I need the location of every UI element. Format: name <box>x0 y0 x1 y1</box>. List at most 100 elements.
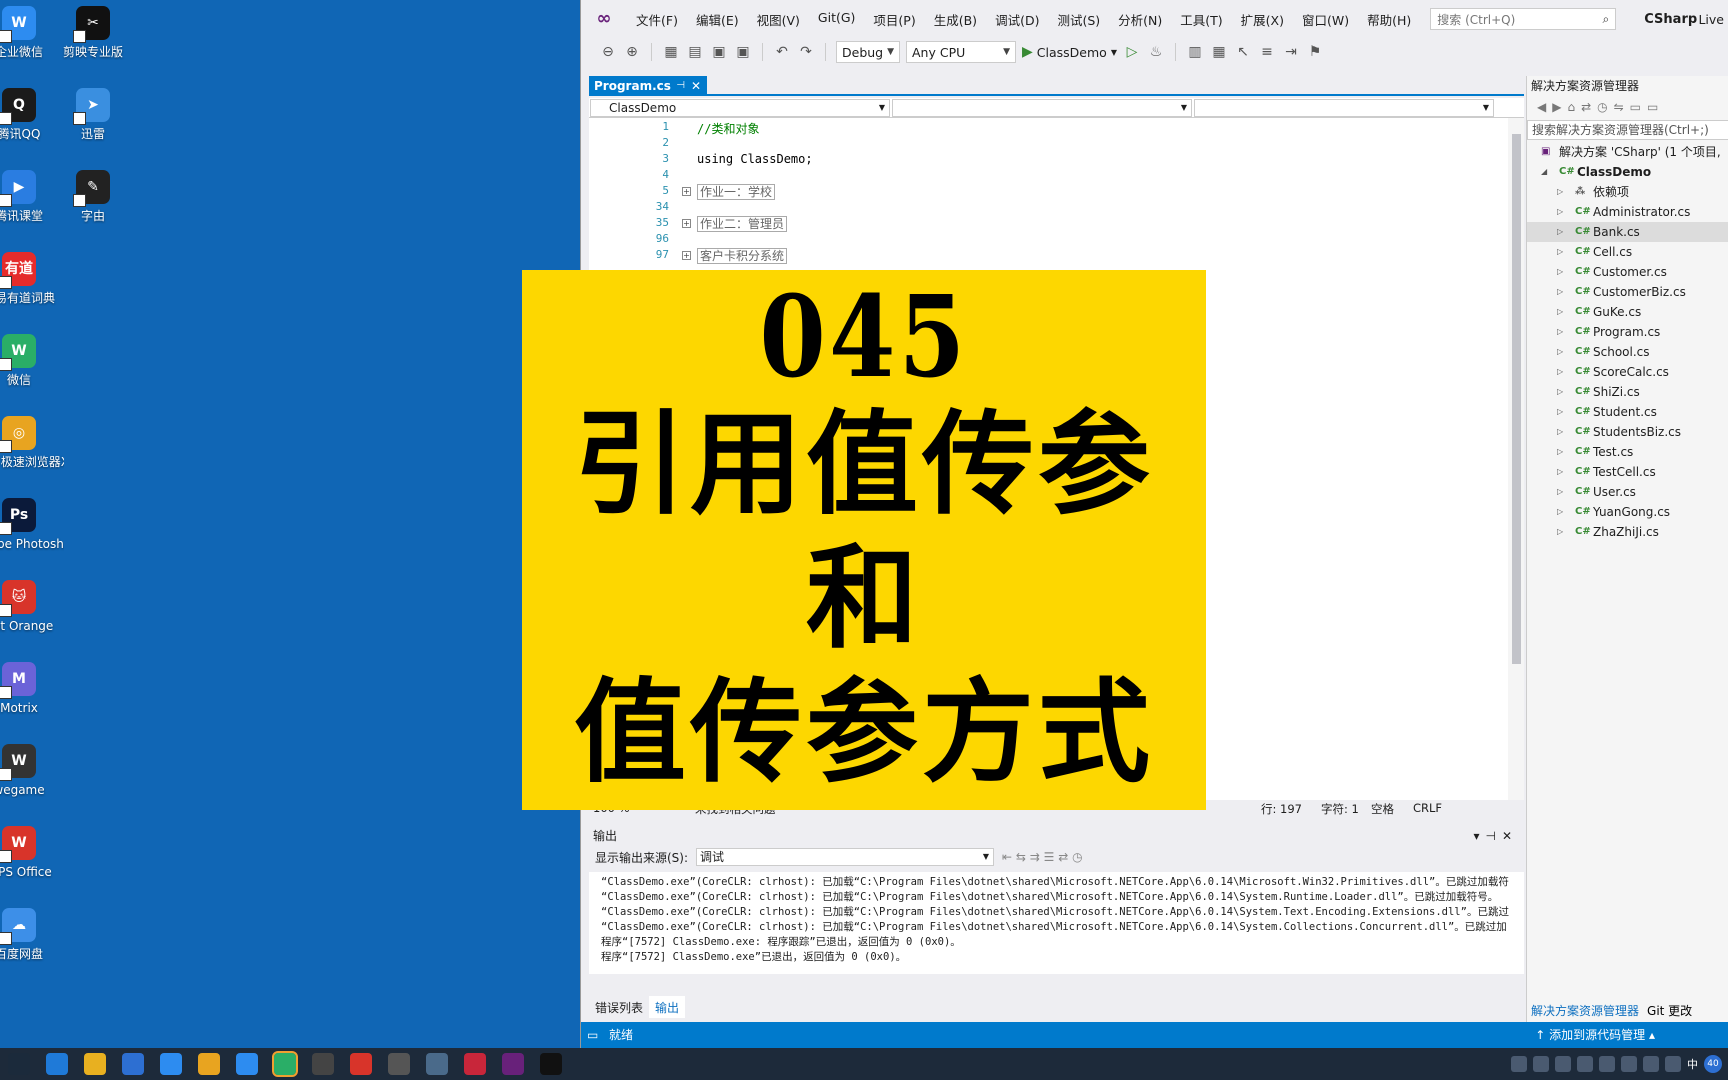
forward-icon[interactable]: ⊕ <box>623 43 641 61</box>
tray-icon[interactable] <box>1599 1056 1615 1072</box>
start-without-debugging-icon[interactable]: ▷ <box>1123 43 1141 61</box>
menu-item[interactable]: 视图(V) <box>748 10 809 29</box>
desktop-icon[interactable]: W WPS Office <box>0 826 64 880</box>
menu-item[interactable]: 编辑(E) <box>687 10 748 29</box>
tab-solution-explorer[interactable]: 解决方案资源管理器 <box>1527 1000 1643 1022</box>
desktop-icon[interactable]: W 微信 <box>0 334 64 388</box>
configuration-select[interactable]: Debug ▼ <box>836 41 900 63</box>
undo-icon[interactable]: ↶ <box>773 43 791 61</box>
clock-badge[interactable]: 40 <box>1704 1055 1722 1073</box>
close-icon[interactable]: ✕ <box>691 76 701 96</box>
collapse-icon[interactable]: ▷ <box>1557 242 1563 262</box>
project-node[interactable]: ◢ C# ClassDemo <box>1527 162 1728 182</box>
tray-icon[interactable] <box>1577 1056 1593 1072</box>
collapse-icon[interactable]: ▷ <box>1557 522 1563 542</box>
menu-item[interactable]: 生成(B) <box>925 10 986 29</box>
wps-icon[interactable] <box>350 1053 372 1075</box>
visual-studio-icon[interactable] <box>502 1053 524 1075</box>
start-debugging-button[interactable]: ▶ ClassDemo ▼ <box>1022 44 1117 60</box>
save-icon[interactable]: ▣ <box>710 43 728 61</box>
fold-expand-icon[interactable]: + <box>682 187 691 196</box>
collapse-icon[interactable]: ▷ <box>1557 282 1563 302</box>
netease-icon[interactable] <box>464 1053 486 1075</box>
collapsed-region[interactable]: 作业一：学校 <box>697 184 776 200</box>
file-explorer-icon[interactable] <box>84 1053 106 1075</box>
qq-icon[interactable] <box>312 1053 334 1075</box>
pin-icon[interactable]: ⊣ <box>676 76 685 96</box>
start-icon[interactable] <box>8 1053 30 1075</box>
dependencies-node[interactable]: ▷ ⁂ 依赖项 <box>1527 182 1728 202</box>
store-icon[interactable] <box>122 1053 144 1075</box>
collapse-icon[interactable]: ▷ <box>1557 322 1563 342</box>
menu-item[interactable]: 文件(F) <box>627 10 687 29</box>
file-node[interactable]: ▷ C# TestCell.cs <box>1527 462 1728 482</box>
search-box[interactable]: 搜索 (Ctrl+Q) ⌕ <box>1430 8 1617 30</box>
vertical-scrollbar[interactable] <box>1508 118 1524 800</box>
live-share-button[interactable]: Live <box>1698 12 1724 27</box>
pane-controls[interactable]: ▾⊣✕ <box>1473 826 1518 846</box>
tray-icon[interactable] <box>1511 1056 1527 1072</box>
obs-icon[interactable] <box>388 1053 410 1075</box>
desktop-icon[interactable]: Wwegame <box>0 744 64 798</box>
menu-item[interactable]: 工具(T) <box>1171 10 1231 29</box>
tab-error-list[interactable]: 错误列表 <box>589 996 649 1018</box>
menu-item[interactable]: 扩展(X) <box>1232 10 1293 29</box>
fold-expand-icon[interactable]: + <box>682 251 691 260</box>
cursor-icon[interactable]: ↖ <box>1234 43 1252 61</box>
fold-expand-icon[interactable]: + <box>682 219 691 228</box>
menu-item[interactable]: 帮助(H) <box>1358 10 1420 29</box>
platform-select[interactable]: Any CPU ▼ <box>906 41 1016 63</box>
desktop-icon[interactable]: ☁ 百度网盘 <box>0 908 64 962</box>
menu-item[interactable]: 窗口(W) <box>1293 10 1358 29</box>
file-node[interactable]: ▷ C# ZhaZhiJi.cs <box>1527 522 1728 542</box>
desktop-icon[interactable]: M Motrix <box>0 662 64 716</box>
file-node[interactable]: ▷ C# CustomerBiz.cs <box>1527 282 1728 302</box>
open-folder-icon[interactable]: ▤ <box>686 43 704 61</box>
file-node[interactable]: ▷ C# ShiZi.cs <box>1527 382 1728 402</box>
file-node[interactable]: ▷ C# Student.cs <box>1527 402 1728 422</box>
collapse-icon[interactable]: ▷ <box>1557 462 1563 482</box>
capcut-icon[interactable] <box>540 1053 562 1075</box>
save-all-icon[interactable]: ▣ <box>734 43 752 61</box>
type-nav-dropdown[interactable]: ▼ <box>892 99 1192 117</box>
scrollbar-thumb[interactable] <box>1512 134 1521 664</box>
menu-item[interactable]: 分析(N) <box>1109 10 1171 29</box>
collapse-icon[interactable]: ▷ <box>1557 182 1563 202</box>
desktop-icon[interactable]: ✎ 字由 <box>48 170 138 224</box>
solution-node[interactable]: ▣ 解决方案 'CSharp' (1 个项目, <box>1527 142 1728 162</box>
collapse-icon[interactable]: ▷ <box>1557 422 1563 442</box>
collapse-icon[interactable]: ▷ <box>1557 382 1563 402</box>
file-node[interactable]: ▷ C# User.cs <box>1527 482 1728 502</box>
collapse-icon[interactable]: ▷ <box>1557 302 1563 322</box>
file-node[interactable]: ▷ C# YuanGong.cs <box>1527 502 1728 522</box>
collapse-icon[interactable]: ▷ <box>1557 502 1563 522</box>
wechat-icon[interactable] <box>272 1051 298 1077</box>
output-text[interactable]: “ClassDemo.exe”(CoreCLR: clrhost): 已加载“C… <box>589 872 1524 974</box>
new-item-icon[interactable]: ▦ <box>662 43 680 61</box>
file-node[interactable]: ▷ C# Test.cs <box>1527 442 1728 462</box>
bookmark-icon[interactable]: ⚑ <box>1306 43 1324 61</box>
align-icon[interactable]: ≡ <box>1258 43 1276 61</box>
solution-explorer-search[interactable]: 搜索解决方案资源管理器(Ctrl+;) <box>1527 120 1728 140</box>
remote-desktop-icon[interactable] <box>426 1053 448 1075</box>
collapse-icon[interactable]: ▷ <box>1557 342 1563 362</box>
back-icon[interactable]: ⊖ <box>599 43 617 61</box>
file-node[interactable]: ▷ C# Customer.cs <box>1527 262 1728 282</box>
hot-reload-icon[interactable]: ♨ <box>1147 43 1165 61</box>
tray-icon[interactable] <box>1621 1056 1637 1072</box>
chrome-icon[interactable] <box>198 1053 220 1075</box>
layout-icon[interactable]: ▦ <box>1210 43 1228 61</box>
file-node[interactable]: ▷ C# StudentsBiz.cs <box>1527 422 1728 442</box>
collapse-icon[interactable]: ▷ <box>1557 222 1563 242</box>
add-to-source-control-button[interactable]: ↑ 添加到源代码管理 ▴ <box>1535 1022 1655 1048</box>
menu-item[interactable]: Git(G) <box>809 10 865 29</box>
redo-icon[interactable]: ↷ <box>797 43 815 61</box>
menu-item[interactable]: 项目(P) <box>864 10 924 29</box>
tray-icon[interactable] <box>1665 1056 1681 1072</box>
indent-icon[interactable]: ⇥ <box>1282 43 1300 61</box>
collapse-icon[interactable]: ▷ <box>1557 262 1563 282</box>
browse-icon[interactable]: ▥ <box>1186 43 1204 61</box>
file-node[interactable]: ▷ C# Program.cs <box>1527 322 1728 342</box>
wework-icon[interactable] <box>236 1053 258 1075</box>
menu-item[interactable]: 调试(D) <box>986 10 1048 29</box>
